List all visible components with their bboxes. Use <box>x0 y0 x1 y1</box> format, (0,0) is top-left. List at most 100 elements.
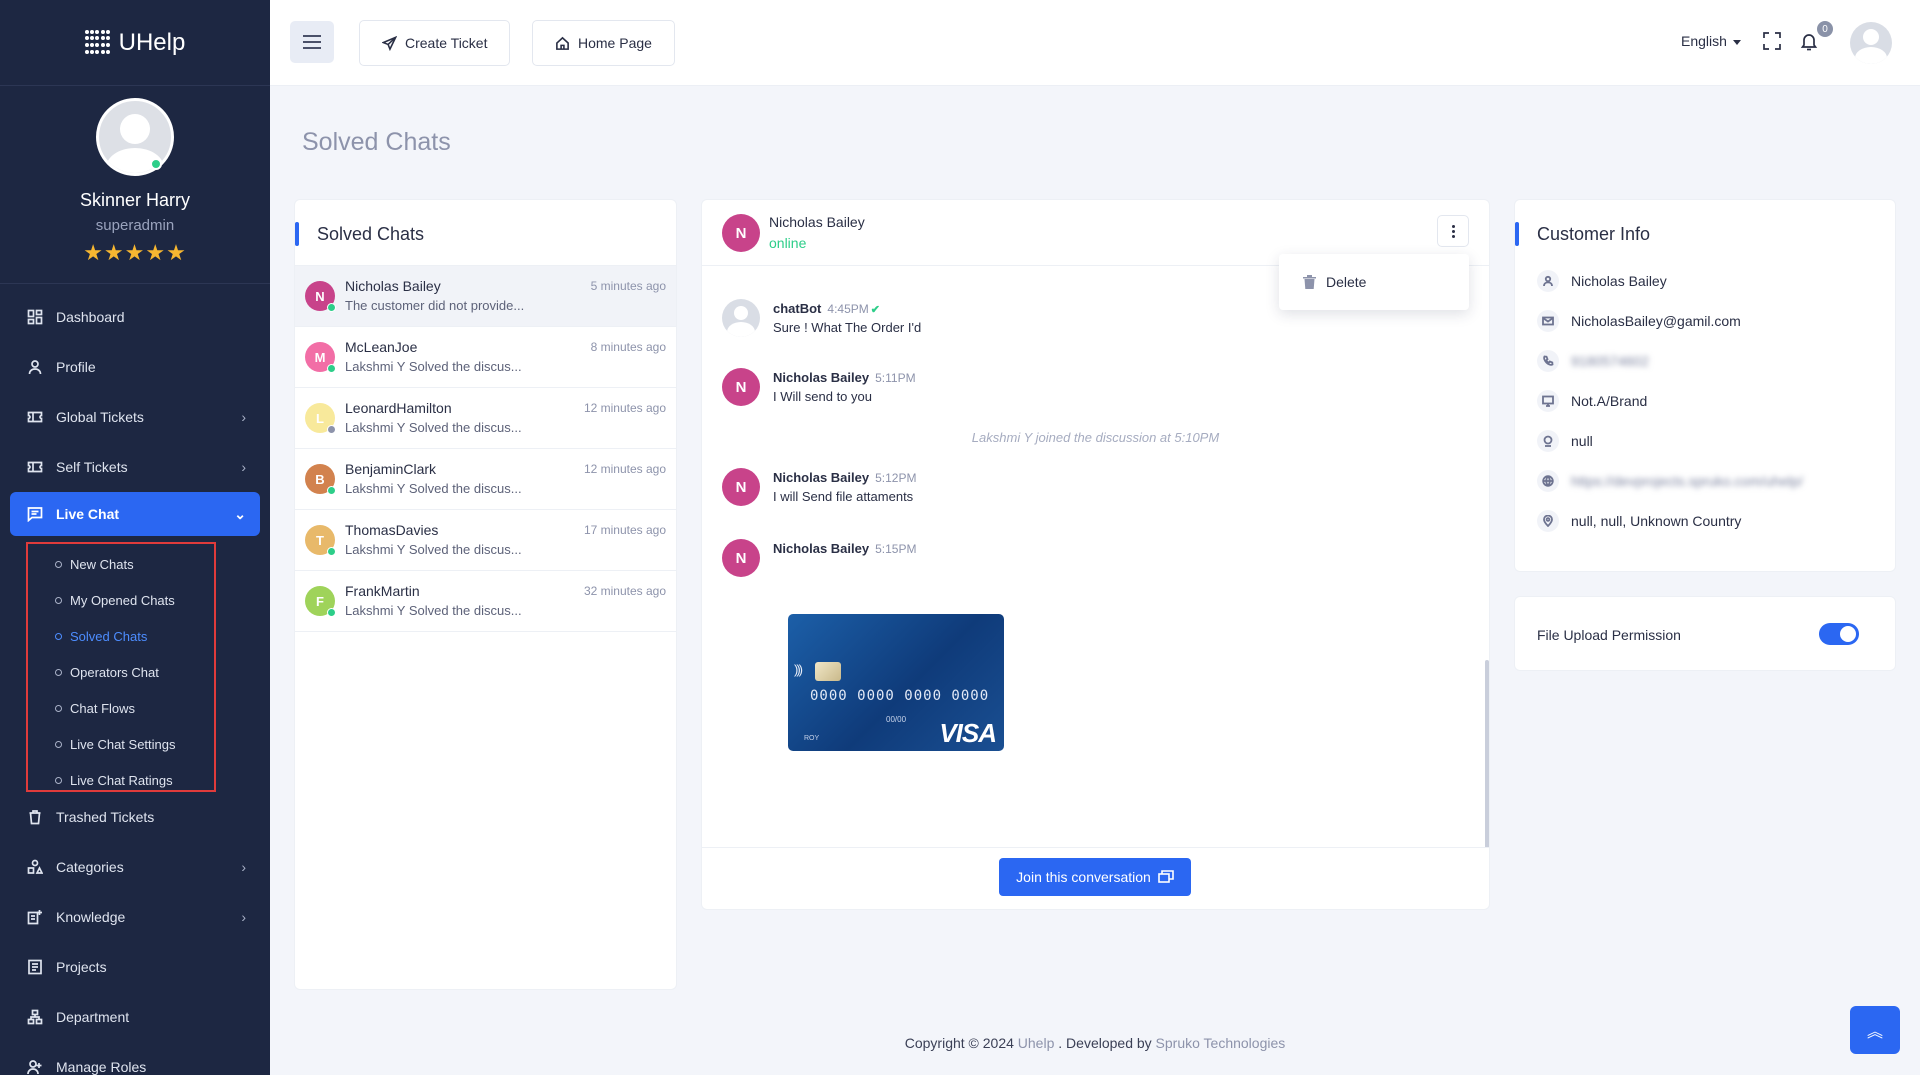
customer-url-row: https://devprojects.spruko.com/uhelp/ <box>1515 461 1895 501</box>
sidebar-item-label: Department <box>56 1009 130 1025</box>
submenu-item-new-chats[interactable]: New Chats <box>28 546 214 582</box>
status-dot <box>327 486 336 495</box>
ticket-icon <box>26 458 44 476</box>
ip-address-icon <box>1537 430 1559 452</box>
message-time: 5:15PM <box>875 542 917 556</box>
notification-count-badge: 0 <box>1817 21 1833 37</box>
message-sender: Nicholas Bailey <box>773 541 870 556</box>
file-upload-permission-toggle[interactable] <box>1819 623 1859 645</box>
sidebar-item-department[interactable]: Department <box>0 992 270 1042</box>
bell-icon <box>1800 34 1818 51</box>
conversation-card: N Nicholas Bailey online Delete chatBot 4… <box>701 199 1490 910</box>
chat-time: 8 minutes ago <box>590 340 666 354</box>
sidebar-item-label: Trashed Tickets <box>56 809 155 825</box>
chat-time: 32 minutes ago <box>583 584 666 598</box>
fullscreen-button[interactable] <box>1762 31 1784 53</box>
sidebar-item-live-chat[interactable]: Live Chat ⌄ <box>10 492 260 536</box>
status-dot <box>327 364 336 373</box>
chat-list-item[interactable]: N Nicholas Bailey The customer did not pro… <box>295 266 676 327</box>
card-holder: ROY <box>804 735 820 742</box>
credit-card-image-attachment[interactable]: ))) 0000 0000 0000 0000 00/00 ROY VISA <box>788 614 1004 751</box>
sender-avatar: N <box>722 468 760 506</box>
message-time: 5:12PM <box>875 471 917 485</box>
chat-list-item[interactable]: F FrankMartin Lakshmi Y Solved the discus.… <box>295 571 676 632</box>
chat-bubbles-icon <box>1158 869 1174 883</box>
conversation-footer: Join this conversation <box>702 847 1489 909</box>
more-options-button[interactable] <box>1437 215 1469 247</box>
customer-info-list: Nicholas Bailey NicholasBailey@gamil.com… <box>1515 261 1895 541</box>
submenu-item-chat-flows[interactable]: Chat Flows <box>28 690 214 726</box>
customer-info-card: Customer Info Nicholas Bailey NicholasBa… <box>1514 199 1896 572</box>
online-status-dot <box>150 158 162 170</box>
submenu-item-live-chat-settings[interactable]: Live Chat Settings <box>28 726 214 762</box>
read-check-icon: ✔ <box>870 304 880 316</box>
file-upload-permission-label: File Upload Permission <box>1537 627 1681 643</box>
chevron-right-icon: › <box>241 859 246 875</box>
roles-icon <box>26 1058 44 1075</box>
chat-contact-name: Nicholas Bailey <box>345 278 441 294</box>
card-chip-icon <box>815 662 841 681</box>
customer-location: null, null, Unknown Country <box>1571 513 1742 529</box>
avatar[interactable] <box>1850 22 1892 64</box>
sidebar-item-projects[interactable]: Projects <box>0 942 270 992</box>
footer-company-link[interactable]: Spruko Technologies <box>1156 1035 1286 1051</box>
sidebar-item-self-tickets[interactable]: Self Tickets › <box>0 442 270 492</box>
chat-list-item[interactable]: L LeonardHamilton Lakshmi Y Solved the dis… <box>295 388 676 449</box>
sidebar-item-trashed-tickets[interactable]: Trashed Tickets <box>0 792 270 842</box>
message-scrollbar[interactable] <box>1485 660 1489 847</box>
submenu-item-my-opened-chats[interactable]: My Opened Chats <box>28 582 214 618</box>
chat-list-item[interactable]: M McLeanJoe Lakshmi Y Solved the discus...… <box>295 327 676 388</box>
sidebar-item-label: Self Tickets <box>56 459 128 475</box>
back-to-top-button[interactable]: ︽ <box>1850 1006 1900 1054</box>
ticket-icon <box>26 408 44 426</box>
chat-list-item[interactable]: B BenjaminClark Lakshmi Y Solved the discu… <box>295 449 676 510</box>
monitor-icon <box>1537 390 1559 412</box>
fullscreen-icon <box>1763 32 1781 50</box>
uhelp-logo-icon <box>84 29 111 56</box>
sidebar-item-label: Projects <box>56 959 107 975</box>
message-area[interactable]: chatBot 4:45PM ✔ Sure ! What The Order I'd… <box>702 267 1489 847</box>
double-chevron-up-icon: ︽ <box>1866 1024 1883 1041</box>
sidebar-item-knowledge[interactable]: Knowledge › <box>0 892 270 942</box>
chevron-right-icon: › <box>241 459 246 475</box>
submenu-item-operators-chat[interactable]: Operators Chat <box>28 654 214 690</box>
sidebar-profile: Skinner Harry superadmin ★★★★★ <box>0 86 270 284</box>
customer-url[interactable]: https://devprojects.spruko.com/uhelp/ <box>1571 473 1803 489</box>
sidebar-item-manage-roles[interactable]: Manage Roles <box>0 1042 270 1075</box>
page-title: Solved Chats <box>302 128 451 156</box>
chat-list-item[interactable]: T ThomasDavies Lakshmi Y Solved the discus… <box>295 510 676 571</box>
knowledge-icon <box>26 908 44 926</box>
sidebar: UHelp Skinner Harry superadmin ★★★★★ Das… <box>0 0 270 1075</box>
footer-brand-link[interactable]: Uhelp <box>1018 1035 1055 1051</box>
sidebar-item-global-tickets[interactable]: Global Tickets › <box>0 392 270 442</box>
create-ticket-button[interactable]: Create Ticket <box>359 20 511 66</box>
message-time: 4:45PM <box>827 302 869 316</box>
message-text: I will Send file attaments <box>773 489 914 504</box>
menu-toggle-button[interactable] <box>290 21 334 63</box>
customer-info-title: Customer Info <box>1515 222 1895 246</box>
brand-logo[interactable]: UHelp <box>0 0 270 86</box>
submenu-item-solved-chats[interactable]: Solved Chats <box>28 618 214 654</box>
chevron-right-icon: › <box>241 909 246 925</box>
customer-phone-row: 9180574602 <box>1515 341 1895 381</box>
home-page-button[interactable]: Home Page <box>532 20 675 66</box>
customer-name-row: Nicholas Bailey <box>1515 261 1895 301</box>
sidebar-item-profile[interactable]: Profile <box>0 342 270 392</box>
home-icon <box>556 36 569 50</box>
sidebar-nav: Dashboard Profile Global Tickets › Self … <box>0 284 270 1075</box>
sidebar-item-categories[interactable]: Categories › <box>0 842 270 892</box>
status-dot <box>327 303 336 312</box>
sidebar-item-label: Knowledge <box>56 909 126 925</box>
location-pin-icon <box>1537 510 1559 532</box>
message-sender: Nicholas Bailey <box>773 370 870 385</box>
avatar[interactable] <box>96 98 174 176</box>
join-conversation-button[interactable]: Join this conversation <box>999 858 1191 896</box>
sidebar-item-dashboard[interactable]: Dashboard <box>0 292 270 342</box>
language-select[interactable]: English <box>1681 33 1741 49</box>
delete-menu-item[interactable]: Delete <box>1279 254 1469 310</box>
customer-device-row: Not.A/Brand <box>1515 381 1895 421</box>
card-expiry: 00/00 <box>886 715 907 724</box>
message-text: I Will send to you <box>773 389 872 404</box>
notifications-button[interactable] <box>1799 31 1821 53</box>
page-footer: Copyright © 2024 Uhelp . Developed by Sp… <box>904 1035 1286 1051</box>
